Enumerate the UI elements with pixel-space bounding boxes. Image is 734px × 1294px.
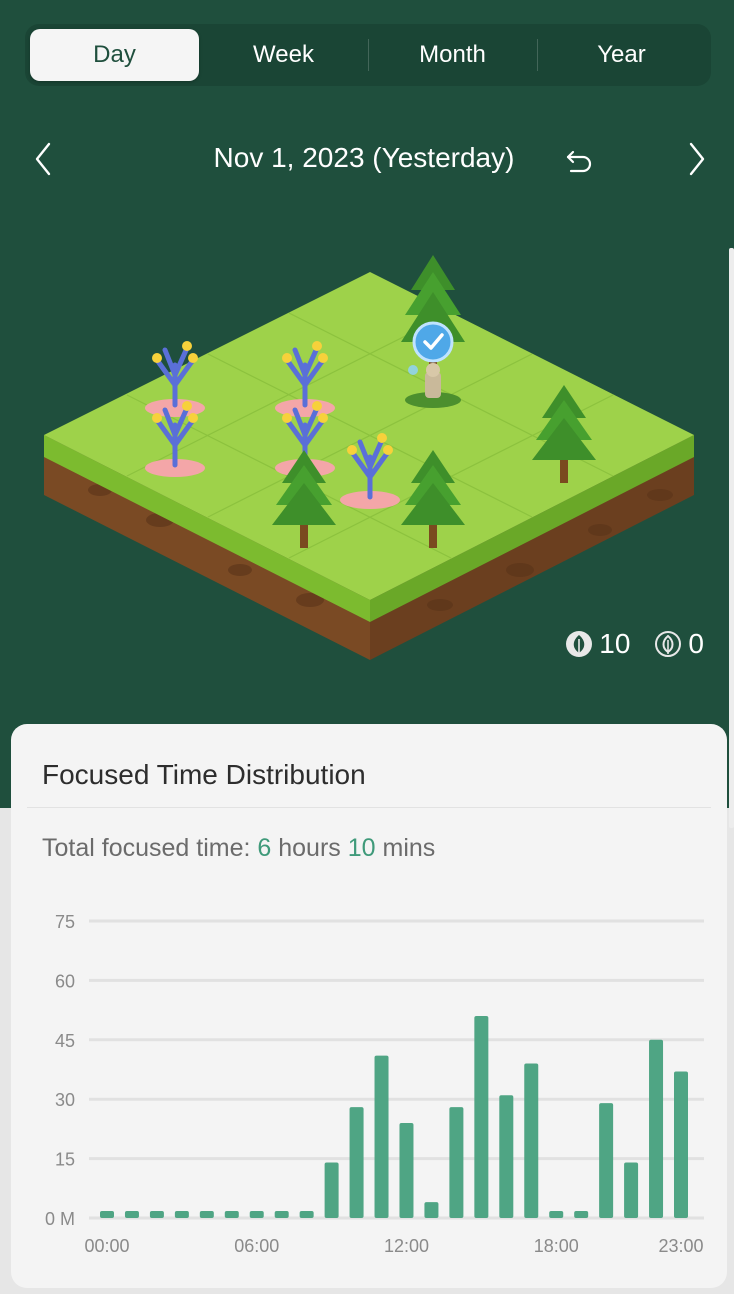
bar-hour-10 — [349, 1107, 364, 1218]
bar-hour-18 — [549, 1211, 564, 1218]
bar-hour-22 — [649, 1039, 664, 1218]
healthy-count-value: 10 — [599, 628, 631, 659]
bar-hour-16 — [499, 1095, 514, 1218]
bar-hour-15 — [474, 1016, 489, 1218]
bar-hour-6 — [249, 1211, 264, 1218]
bar-hour-21 — [624, 1162, 639, 1218]
bar-hour-11 — [374, 1055, 389, 1218]
y-tick-label: 0 M — [45, 1209, 75, 1229]
y-tick-label: 60 — [55, 971, 75, 991]
tab-week[interactable]: Week — [199, 29, 368, 81]
withered-leaf-icon — [655, 631, 682, 657]
date-navigation: Nov 1, 2023 (Yesterday) — [0, 130, 734, 188]
bar-hour-3 — [174, 1211, 189, 1218]
bar-hour-17 — [524, 1063, 539, 1218]
bar-hour-8 — [299, 1211, 314, 1218]
bar-hour-5 — [224, 1211, 239, 1218]
y-tick-label: 75 — [55, 912, 75, 932]
chevron-right-icon[interactable] — [682, 142, 712, 176]
x-tick-label: 23:00 — [658, 1236, 703, 1256]
period-segmented-control: Day Week Month Year — [25, 24, 711, 86]
healthy-tree-count: 10 — [565, 628, 630, 660]
focused-time-bar-chart: 0 M 15 30 45 60 75 00:00 06:00 12:00 18:00 23:00 — [45, 912, 704, 1256]
undo-icon[interactable] — [565, 146, 595, 174]
withered-count-value: 0 — [688, 628, 704, 659]
bar-hour-19 — [574, 1211, 589, 1218]
scrollbar[interactable] — [729, 248, 734, 828]
bar-hour-9 — [324, 1162, 339, 1218]
healthy-leaf-icon — [566, 631, 593, 657]
bar-hour-23 — [674, 1071, 688, 1218]
bar-hour-4 — [199, 1211, 214, 1218]
tab-month[interactable]: Month — [368, 29, 537, 81]
bar-hour-20 — [599, 1103, 614, 1218]
x-tick-label: 06:00 — [234, 1236, 279, 1256]
bar-hour-1 — [124, 1211, 139, 1218]
y-tick-label: 45 — [55, 1031, 75, 1051]
tab-day[interactable]: Day — [30, 29, 199, 81]
date-title: Nov 1, 2023 (Yesterday) — [213, 142, 515, 173]
tab-year[interactable]: Year — [537, 29, 706, 81]
bar-hour-13 — [424, 1202, 439, 1218]
withered-tree-count: 0 — [654, 628, 704, 660]
x-tick-label: 00:00 — [84, 1236, 129, 1256]
bar-hour-7 — [274, 1211, 289, 1218]
x-tick-label: 18:00 — [534, 1236, 579, 1256]
bar-hour-0 — [100, 1211, 114, 1218]
y-tick-label: 30 — [55, 1090, 75, 1110]
bar-hour-2 — [149, 1211, 164, 1218]
bar-hour-12 — [399, 1122, 414, 1218]
bar-hour-14 — [449, 1107, 464, 1218]
forest-island-illustration — [44, 255, 694, 660]
y-tick-label: 15 — [55, 1150, 75, 1170]
tree-counts: 10 0 — [549, 628, 704, 660]
focused-time-card: Focused Time Distribution Total focused … — [11, 724, 727, 1288]
x-tick-label: 12:00 — [384, 1236, 429, 1256]
